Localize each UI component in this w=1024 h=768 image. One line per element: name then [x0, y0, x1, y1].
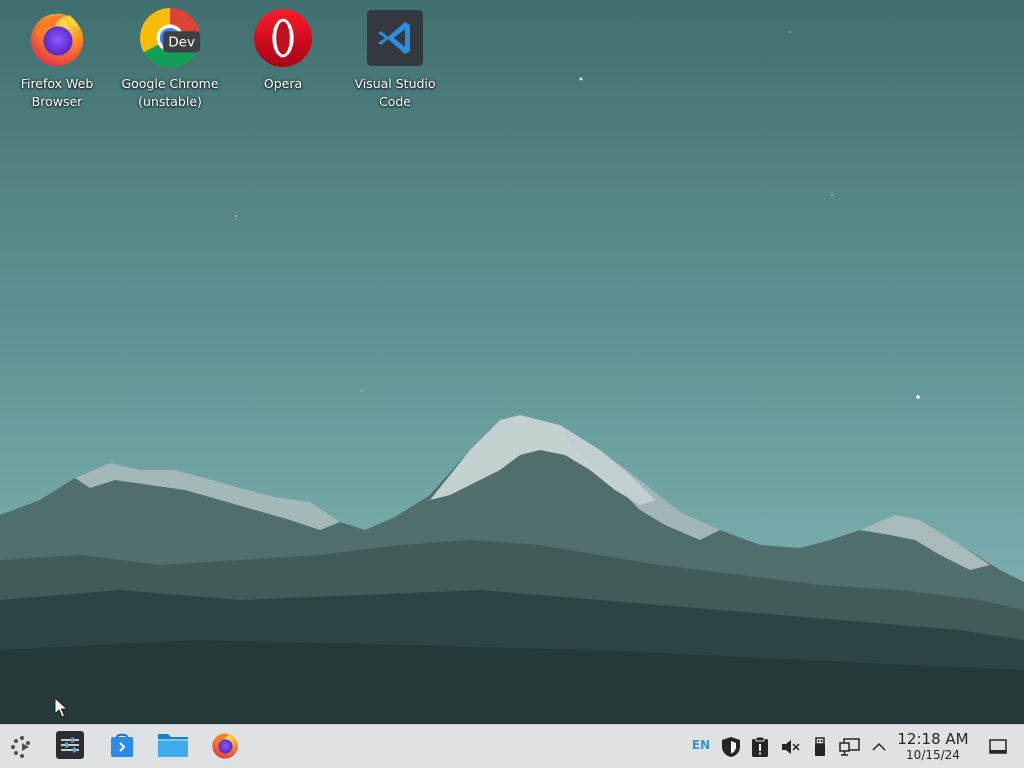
taskbar-file-manager[interactable]: [157, 731, 189, 763]
clipboard-icon[interactable]: [749, 736, 771, 758]
software-center-icon: [108, 731, 136, 763]
keyboard-layout-indicator[interactable]: EN: [690, 738, 712, 752]
usb-device-icon[interactable]: [809, 736, 831, 758]
network-icon[interactable]: [839, 736, 861, 758]
folder-icon: [157, 731, 189, 763]
taskbar-discover[interactable]: [106, 731, 138, 763]
taskbar-firefox[interactable]: [209, 731, 241, 763]
desktop-icon-chrome-dev[interactable]: Dev Google Chrome (unstable): [115, 6, 225, 111]
vscode-icon: [363, 6, 427, 70]
application-launcher-icon[interactable]: [6, 731, 38, 763]
desktop-icon-label: Visual Studio Code: [354, 76, 436, 109]
firefox-icon: [210, 730, 240, 764]
desktop-icon-label: Opera: [263, 76, 303, 91]
chrome-dev-icon: Dev: [138, 6, 202, 70]
taskbar-panel: EN 12:18 AM 10/15/24: [0, 724, 1024, 768]
desktop-icon-vscode[interactable]: Visual Studio Code: [340, 6, 450, 111]
desktop-icon-label: Google Chrome (unstable): [121, 76, 219, 109]
taskbar-system-settings[interactable]: [54, 731, 86, 763]
security-shield-icon[interactable]: [720, 736, 742, 758]
volume-muted-icon[interactable]: [779, 736, 801, 758]
opera-icon: [251, 6, 315, 70]
clock-time: 12:18 AM: [897, 730, 969, 748]
firefox-icon: [25, 6, 89, 70]
expand-tray-icon[interactable]: [868, 736, 890, 758]
mouse-cursor-icon: [54, 696, 69, 723]
digital-clock[interactable]: 12:18 AM 10/15/24: [893, 730, 973, 763]
desktop-icon-label: Firefox Web Browser: [20, 76, 94, 109]
dev-badge-text: Dev: [168, 35, 195, 51]
clock-date: 10/15/24: [906, 748, 960, 762]
desktop-background: Firefox Web Browser Dev Google Chrome (u…: [0, 0, 1024, 724]
desktop-icon-opera[interactable]: Opera: [228, 6, 338, 93]
settings-sliders-icon: [56, 731, 84, 763]
show-desktop-icon[interactable]: [987, 736, 1009, 758]
desktop-icon-firefox[interactable]: Firefox Web Browser: [2, 6, 112, 111]
